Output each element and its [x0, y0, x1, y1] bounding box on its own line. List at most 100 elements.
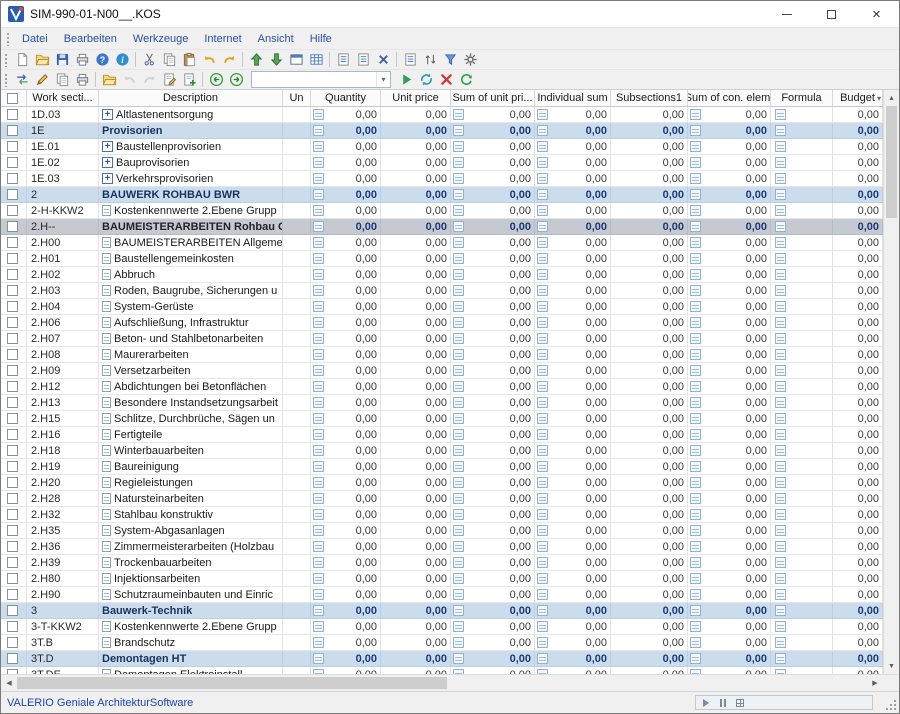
subsections-cell[interactable]: 0,00	[611, 123, 688, 138]
unit-price-cell[interactable]: 0,00	[381, 155, 451, 170]
description-cell[interactable]: Provisorien	[99, 123, 283, 138]
row-checkbox[interactable]	[7, 477, 18, 488]
sum-con-elem-cell[interactable]: 0,00	[688, 107, 771, 122]
budget-cell[interactable]: 0,00	[833, 427, 883, 442]
quantity-cell[interactable]: 0,00	[311, 411, 381, 426]
unit-price-cell[interactable]: 0,00	[381, 459, 451, 474]
quantity-cell[interactable]: 0,00	[311, 667, 381, 674]
formula-button[interactable]	[775, 173, 786, 184]
cell-detail-button[interactable]	[453, 365, 464, 376]
cell-detail-button[interactable]	[313, 653, 324, 664]
cell-detail-button[interactable]	[453, 493, 464, 504]
work-section-cell[interactable]: 2.H02	[27, 267, 99, 282]
cell-detail-button[interactable]	[537, 317, 548, 328]
formula-button[interactable]	[775, 253, 786, 264]
sum-unit-price-cell[interactable]: 0,00	[451, 651, 535, 666]
unit-price-cell[interactable]: 0,00	[381, 363, 451, 378]
cell-detail-button[interactable]	[313, 397, 324, 408]
formula-cell[interactable]	[771, 619, 833, 634]
description-cell[interactable]: Baustellengemeinkosten	[99, 251, 283, 266]
row-select-cell[interactable]	[1, 347, 27, 362]
column-header-budget[interactable]: Budget	[833, 90, 883, 106]
cell-detail-button[interactable]	[313, 525, 324, 536]
unit-cell[interactable]	[283, 347, 311, 362]
cell-detail-button[interactable]	[690, 461, 701, 472]
cell-detail-button[interactable]	[537, 589, 548, 600]
row-select-cell[interactable]	[1, 571, 27, 586]
unit-cell[interactable]	[283, 187, 311, 202]
status-play-button[interactable]	[699, 697, 713, 709]
cell-detail-button[interactable]	[453, 413, 464, 424]
row-checkbox[interactable]	[7, 589, 18, 600]
unit-cell[interactable]	[283, 491, 311, 506]
budget-cell[interactable]: 0,00	[833, 587, 883, 602]
sum-unit-price-cell[interactable]: 0,00	[451, 427, 535, 442]
description-cell[interactable]: BAUWERK ROHBAU BWR	[99, 187, 283, 202]
budget-cell[interactable]: 0,00	[833, 363, 883, 378]
cell-detail-button[interactable]	[537, 285, 548, 296]
sum-unit-price-cell[interactable]: 0,00	[451, 443, 535, 458]
column-header-individual_sum[interactable]: Individual sum	[535, 90, 611, 106]
individual-sum-cell[interactable]: 0,00	[535, 107, 611, 122]
formula-button[interactable]	[775, 605, 786, 616]
unit-price-cell[interactable]: 0,00	[381, 507, 451, 522]
table-row[interactable]: 2.H00BAUMEISTERARBEITEN Allgemei0,000,00…	[1, 235, 883, 251]
row-select-cell[interactable]	[1, 139, 27, 154]
table-row[interactable]: 3T.DDemontagen HT0,000,000,000,000,000,0…	[1, 651, 883, 667]
work-section-cell[interactable]: 2.H35	[27, 523, 99, 538]
row-select-cell[interactable]	[1, 299, 27, 314]
delete-row-button[interactable]	[373, 50, 393, 69]
budget-cell[interactable]: 0,00	[833, 267, 883, 282]
formula-cell[interactable]	[771, 571, 833, 586]
cell-detail-button[interactable]	[453, 205, 464, 216]
cell-detail-button[interactable]	[313, 605, 324, 616]
sum-unit-price-cell[interactable]: 0,00	[451, 219, 535, 234]
quantity-cell[interactable]: 0,00	[311, 443, 381, 458]
sum-unit-price-cell[interactable]: 0,00	[451, 555, 535, 570]
unit-cell[interactable]	[283, 459, 311, 474]
unit-price-cell[interactable]: 0,00	[381, 491, 451, 506]
work-section-cell[interactable]: 2.H36	[27, 539, 99, 554]
unit-cell[interactable]	[283, 203, 311, 218]
row-select-cell[interactable]	[1, 587, 27, 602]
work-section-cell[interactable]: 2.H--	[27, 219, 99, 234]
table-row[interactable]: 2.H13Besondere Instandsetzungsarbeit0,00…	[1, 395, 883, 411]
row-checkbox[interactable]	[7, 413, 18, 424]
budget-cell[interactable]: 0,00	[833, 443, 883, 458]
cell-detail-button[interactable]	[313, 221, 324, 232]
unit-price-cell[interactable]: 0,00	[381, 523, 451, 538]
cell-detail-button[interactable]	[537, 349, 548, 360]
open-button[interactable]	[32, 50, 52, 69]
row-select-cell[interactable]	[1, 411, 27, 426]
cancel-button[interactable]	[436, 70, 456, 89]
subsections-cell[interactable]: 0,00	[611, 347, 688, 362]
formula-button[interactable]	[775, 525, 786, 536]
cell-detail-button[interactable]	[537, 605, 548, 616]
unit-cell[interactable]	[283, 107, 311, 122]
cell-detail-button[interactable]	[537, 381, 548, 392]
sum-unit-price-cell[interactable]: 0,00	[451, 107, 535, 122]
unit-price-cell[interactable]: 0,00	[381, 187, 451, 202]
individual-sum-cell[interactable]: 0,00	[535, 635, 611, 650]
row-checkbox[interactable]	[7, 221, 18, 232]
quantity-cell[interactable]: 0,00	[311, 267, 381, 282]
subsections-cell[interactable]: 0,00	[611, 523, 688, 538]
row-select-cell[interactable]	[1, 523, 27, 538]
budget-cell[interactable]: 0,00	[833, 299, 883, 314]
quantity-cell[interactable]: 0,00	[311, 427, 381, 442]
description-cell[interactable]: Demontagen HT	[99, 651, 283, 666]
row-checkbox[interactable]	[7, 349, 18, 360]
cell-detail-button[interactable]	[313, 381, 324, 392]
formula-cell[interactable]	[771, 219, 833, 234]
cell-detail-button[interactable]	[690, 157, 701, 168]
individual-sum-cell[interactable]: 0,00	[535, 619, 611, 634]
description-cell[interactable]: Bauwerk-Technik	[99, 603, 283, 618]
transfer-button[interactable]	[12, 70, 32, 89]
formula-button[interactable]	[775, 157, 786, 168]
unit-price-cell[interactable]: 0,00	[381, 651, 451, 666]
individual-sum-cell[interactable]: 0,00	[535, 235, 611, 250]
formula-button[interactable]	[775, 285, 786, 296]
budget-cell[interactable]: 0,00	[833, 155, 883, 170]
cell-detail-button[interactable]	[453, 141, 464, 152]
table-row[interactable]: 2BAUWERK ROHBAU BWR0,000,000,000,000,000…	[1, 187, 883, 203]
